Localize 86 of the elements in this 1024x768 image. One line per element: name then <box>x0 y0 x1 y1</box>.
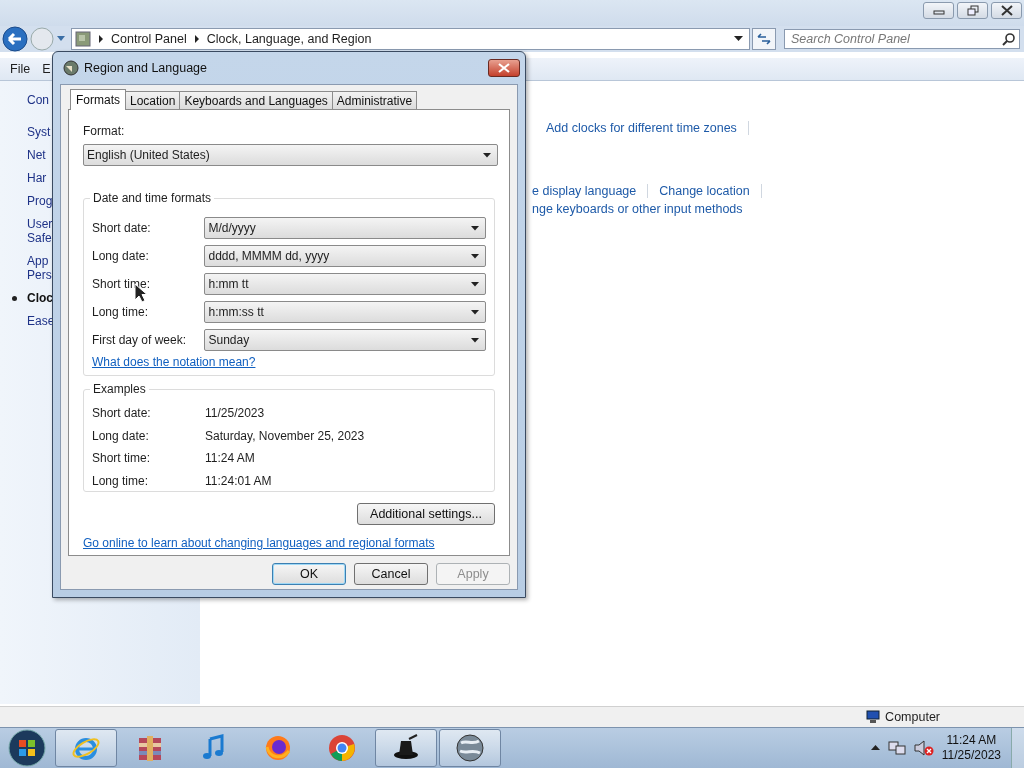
network-icon[interactable] <box>887 740 906 756</box>
group-title: Date and time formats <box>90 191 215 205</box>
notation-link[interactable]: What does the notation mean? <box>92 355 256 369</box>
close-icon <box>1000 5 1013 16</box>
format-dropdown[interactable]: dddd, MMMM dd, yyyy <box>204 245 486 267</box>
example-value: 11:24:01 AM <box>205 473 272 488</box>
dialog-title: Region and Language <box>84 61 208 75</box>
minimize-button[interactable] <box>923 2 954 19</box>
dropdown-arrow-icon <box>471 226 479 231</box>
tab[interactable]: Formats <box>70 89 126 110</box>
globe-clock-icon <box>63 60 79 76</box>
group-title: Examples <box>90 382 149 396</box>
dropdown-arrow-icon <box>471 338 479 343</box>
history-dropdown-icon[interactable] <box>56 35 66 43</box>
task-link[interactable]: e display language <box>532 184 637 198</box>
tab[interactable]: Location <box>125 91 181 109</box>
breadcrumb-arrow-icon <box>98 35 104 43</box>
additional-settings-button[interactable]: Additional settings... <box>357 503 495 525</box>
close-button[interactable] <box>991 2 1022 19</box>
close-icon <box>498 63 510 73</box>
task-link[interactable]: nge keyboards or other input methods <box>532 202 743 216</box>
example-label: Short date: <box>92 406 152 421</box>
dropdown-arrow-icon <box>471 254 479 259</box>
example-label: Long time: <box>92 473 150 488</box>
example-value: 11:24 AM <box>205 451 255 466</box>
clock-time: 11:24 AM <box>946 733 997 748</box>
control-panel-icon <box>75 31 91 47</box>
field-label: Format: <box>83 124 126 138</box>
tab[interactable]: Administrative <box>331 91 418 109</box>
example-label: Long date: <box>92 428 150 443</box>
menu-item[interactable]: File <box>10 62 31 76</box>
field-label: Long date: <box>92 249 150 263</box>
format-dropdown[interactable]: h:mm:ss tt <box>204 301 486 323</box>
example-label: Short time: <box>92 451 152 466</box>
taskbar-button[interactable] <box>375 729 437 767</box>
sidebar-link[interactable]: Cloc <box>27 291 53 305</box>
menu-item[interactable]: E <box>42 62 51 76</box>
start-button[interactable] <box>7 728 47 768</box>
globe-icon <box>455 733 485 763</box>
format-dropdown[interactable]: M/d/yyyy <box>204 217 486 239</box>
dialog-button[interactable]: Cancel <box>354 563 428 585</box>
field-label: First day of week: <box>92 333 188 347</box>
dropdown-arrow-icon[interactable] <box>734 36 743 42</box>
back-arrow-button[interactable] <box>2 26 28 52</box>
computer-icon <box>865 710 882 724</box>
sidebar-link[interactable]: Net <box>27 148 46 162</box>
clock-date: 11/25/2023 <box>941 748 1001 763</box>
speaker-muted-icon[interactable] <box>913 740 934 756</box>
sidebar-link[interactable]: User Safe <box>27 217 53 245</box>
search-field[interactable]: Search Control Panel <box>784 29 1020 49</box>
format-dropdown[interactable]: Sunday <box>204 329 486 351</box>
sidebar-link[interactable]: Con <box>27 93 49 107</box>
sidebar-link[interactable]: Syst <box>27 125 51 139</box>
format-dropdown[interactable]: English (United States) <box>83 144 498 166</box>
breadcrumb-arrow-icon <box>193 35 200 43</box>
status-text: Computer <box>885 710 940 724</box>
restore-icon <box>966 5 979 16</box>
dialog-button[interactable]: OK <box>272 563 346 585</box>
field-label: Long time: <box>92 305 150 319</box>
restore-button[interactable] <box>957 2 988 19</box>
round-browser-icon <box>327 733 357 763</box>
sidebar-link[interactable]: Har <box>27 171 47 185</box>
task-link[interactable]: Add clocks for different time zones <box>546 121 737 135</box>
close-button[interactable] <box>488 59 520 77</box>
dropdown-arrow-icon <box>471 282 479 287</box>
refresh-icon <box>757 33 771 45</box>
dropdown-arrow-icon <box>483 153 491 158</box>
example-value: Saturday, November 25, 2023 <box>205 428 365 443</box>
sidebar-link[interactable]: Prog <box>27 194 53 208</box>
refresh-button[interactable] <box>752 28 776 50</box>
format-dropdown[interactable]: h:mm tt <box>204 273 486 295</box>
tab[interactable]: Keyboards and Languages <box>179 91 333 109</box>
sidebar-link[interactable]: App Pers <box>27 254 52 282</box>
breadcrumb-item[interactable]: Control Panel <box>111 32 187 46</box>
taskbar-button[interactable] <box>439 729 501 767</box>
taskbar-clock[interactable]: 11:24 AM 11/25/2023 <box>941 733 1001 763</box>
chevron-up-icon[interactable] <box>870 745 880 751</box>
task-link[interactable]: Change location <box>659 184 750 198</box>
address-bar[interactable]: Control Panel Clock, Language, and Region <box>71 28 750 50</box>
online-help-link[interactable]: Go online to learn about changing languages and regional formats <box>83 536 435 550</box>
dropdown-arrow-icon <box>471 310 479 315</box>
example-value: 11/25/2023 <box>205 406 265 421</box>
search-icon <box>1002 33 1015 46</box>
breadcrumb-item[interactable]: Clock, Language, and Region <box>206 32 372 46</box>
fox-globe-icon <box>263 733 293 763</box>
field-label: Short date: <box>92 221 152 235</box>
